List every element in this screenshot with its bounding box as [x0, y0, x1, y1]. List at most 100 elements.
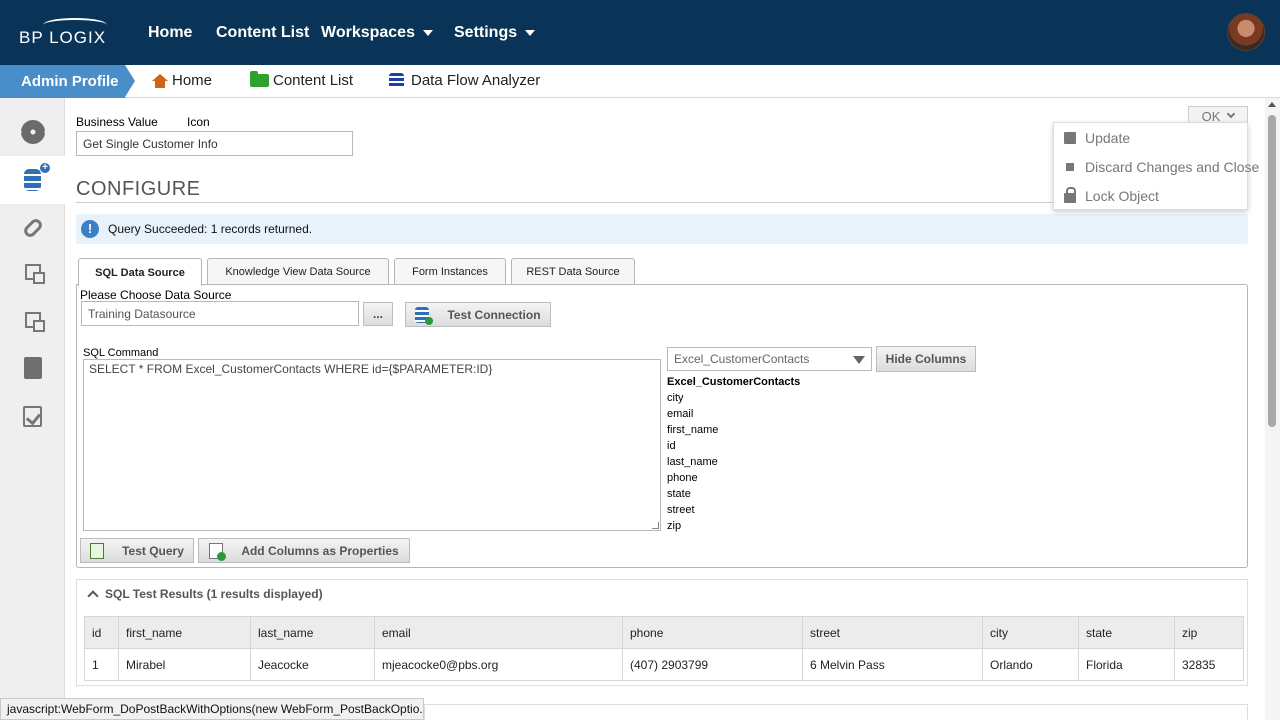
tab-knowledge-view-data-source[interactable]: Knowledge View Data Source [207, 258, 389, 285]
col-header[interactable]: id [84, 616, 119, 649]
admin-profile-tab[interactable]: Admin Profile [0, 65, 125, 98]
menu-item-discard[interactable]: Discard Changes and Close [1064, 159, 1259, 175]
column-list-header: Excel_CustomerContacts [667, 376, 801, 388]
sql-command-textarea[interactable]: SELECT * FROM Excel_CustomerContacts WHE… [83, 359, 661, 531]
column-item: phone [667, 472, 698, 484]
table-cell: Mirabel [118, 648, 251, 681]
save-icon [1064, 132, 1076, 144]
menu-update-label: Update [1085, 130, 1131, 146]
diagram-icon [24, 264, 45, 284]
scroll-thumb[interactable] [1268, 115, 1276, 427]
results-header-row: id first_name last_name email phone stre… [84, 616, 1244, 649]
datasource-input[interactable]: Training Datasource [81, 301, 359, 326]
chevron-down-icon [422, 29, 433, 36]
crumb-home[interactable]: Home [152, 72, 212, 89]
business-value-label: Business Value [76, 115, 158, 129]
col-header[interactable]: city [982, 616, 1079, 649]
column-item: street [667, 504, 695, 516]
crumb-home-label: Home [172, 72, 213, 89]
icon-label: Icon [187, 115, 210, 129]
logo-text: BP LOGIX [19, 28, 107, 47]
diagram-icon-inner [32, 272, 45, 284]
browse-datasource-button[interactable]: ... [363, 302, 393, 326]
next-section-edge [424, 704, 1248, 720]
crumb-content-list[interactable]: Content List [250, 71, 354, 89]
gears-icon [20, 120, 45, 144]
results-table: id first_name last_name email phone stre… [84, 616, 1244, 681]
sql-command-label: SQL Command [83, 347, 159, 359]
table-cell: Florida [1078, 648, 1175, 681]
scroll-up-icon[interactable] [1268, 102, 1276, 107]
lock-icon [1064, 187, 1076, 203]
folder-icon [250, 71, 269, 87]
col-header[interactable]: phone [622, 616, 803, 649]
test-query-label: Test Query [122, 543, 184, 558]
table-cell: 1 [84, 648, 119, 681]
col-header[interactable]: email [374, 616, 623, 649]
sidebar-item-copy[interactable] [0, 296, 65, 344]
home-icon [152, 73, 168, 88]
table-select[interactable]: Excel_CustomerContacts [667, 347, 872, 371]
menu-discard-label: Discard Changes and Close [1085, 159, 1260, 175]
nav-content-list[interactable]: Content List [216, 24, 309, 42]
column-item: first_name [667, 424, 719, 436]
vertical-scrollbar[interactable] [1265, 98, 1280, 720]
resize-handle-icon[interactable] [652, 522, 659, 529]
admin-tab-arrow [125, 65, 135, 97]
table-cell: Orlando [982, 648, 1079, 681]
sidebar-item-links[interactable] [0, 204, 65, 252]
test-connection-label: Test Connection [447, 307, 541, 322]
business-value-input[interactable]: Get Single Customer Info [76, 131, 353, 156]
column-item: last_name [667, 456, 718, 468]
hide-columns-button[interactable]: Hide Columns [876, 346, 976, 372]
sidebar-item-diagram[interactable] [0, 248, 65, 296]
crumb-content-list-label: Content List [273, 72, 354, 89]
add-columns-button[interactable]: Add Columns as Properties [198, 538, 410, 563]
tab-sql-data-source[interactable]: SQL Data Source [78, 258, 202, 286]
stop-icon [1066, 163, 1074, 171]
menu-item-lock[interactable]: Lock Object [1064, 187, 1159, 204]
top-navbar: BP LOGIX Home Content List Workspaces Se… [0, 0, 1280, 65]
tab-rest-data-source[interactable]: REST Data Source [511, 258, 635, 285]
copy-icon [24, 312, 45, 332]
column-list: Excel_CustomerContacts city email first_… [667, 376, 800, 536]
database-icon [389, 73, 404, 88]
tab-form-instances[interactable]: Form Instances [394, 258, 506, 285]
test-query-button[interactable]: Test Query [80, 538, 194, 563]
nav-workspaces[interactable]: Workspaces [321, 24, 433, 42]
user-avatar[interactable] [1227, 13, 1265, 51]
results-header[interactable]: SQL Test Results (1 results displayed) [87, 587, 323, 602]
info-icon: ! [81, 220, 99, 238]
sidebar-item-data-source[interactable]: + [0, 156, 65, 204]
bp-logix-logo[interactable]: BP LOGIX [19, 18, 109, 48]
column-item: city [667, 392, 684, 404]
table-row: 1 Mirabel Jeacocke mjeacocke0@pbs.org (4… [84, 648, 1244, 681]
crumb-data-flow-analyzer[interactable]: Data Flow Analyzer [389, 72, 540, 89]
col-header[interactable]: state [1078, 616, 1175, 649]
section-title: CONFIGURE [76, 178, 201, 200]
menu-item-update[interactable]: Update [1064, 130, 1130, 146]
col-header[interactable]: zip [1174, 616, 1244, 649]
nav-home[interactable]: Home [148, 24, 192, 42]
sidebar-item-permissions[interactable] [0, 344, 65, 392]
column-item: zip [667, 520, 682, 532]
dropdown-arrow-icon [853, 356, 865, 364]
add-columns-label: Add Columns as Properties [241, 543, 399, 558]
col-header[interactable]: first_name [118, 616, 251, 649]
copy-icon-inner [32, 320, 45, 332]
sidebar-item-checklist[interactable] [0, 392, 65, 440]
col-header[interactable]: street [802, 616, 983, 649]
add-columns-icon [209, 542, 227, 561]
column-item: email [667, 408, 694, 420]
test-connection-button[interactable]: Test Connection [405, 302, 551, 327]
chevron-down-icon [1227, 109, 1236, 119]
test-query-icon [90, 542, 105, 559]
col-header[interactable]: last_name [250, 616, 375, 649]
database-check-icon [415, 306, 434, 325]
results-title: SQL Test Results (1 results displayed) [105, 587, 323, 601]
sidebar-item-properties[interactable] [0, 108, 65, 156]
chevron-up-icon [87, 590, 99, 602]
nav-settings[interactable]: Settings [454, 24, 536, 42]
link-icon [21, 216, 44, 240]
table-select-value: Excel_CustomerContacts [674, 352, 810, 366]
